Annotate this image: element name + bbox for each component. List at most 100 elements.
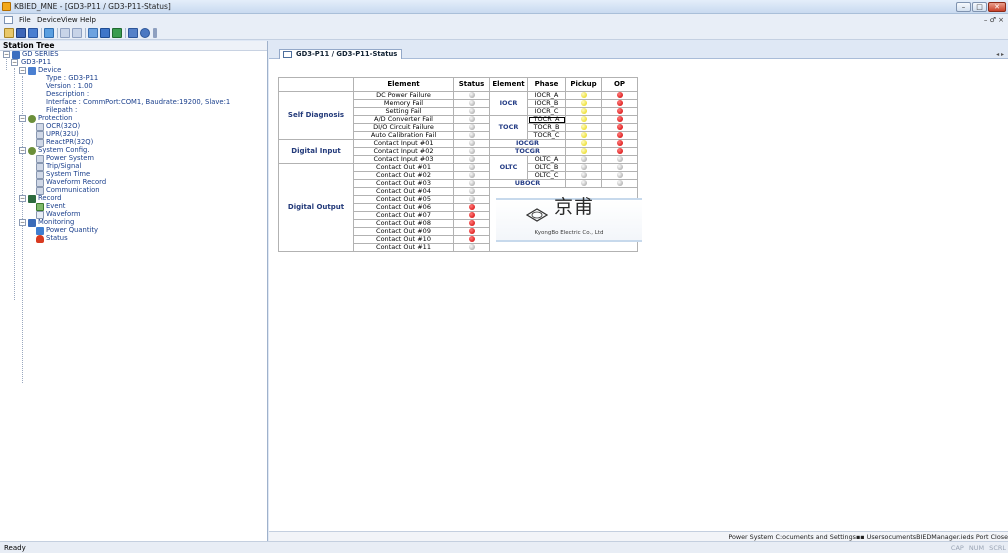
header-blank: [278, 77, 354, 92]
op-led: [616, 180, 623, 186]
status-led: [468, 236, 475, 242]
table-row: Digital Output Contact Out #01 OLTC_B: [278, 163, 638, 252]
window-icon[interactable]: [128, 28, 138, 38]
toolbar-separator: [41, 28, 42, 38]
tree-node-system-config[interactable]: System Config.: [38, 147, 89, 154]
tree-node-record[interactable]: Record: [38, 195, 61, 202]
pickup-led: [580, 116, 587, 122]
pickup-led: [580, 124, 587, 130]
maximize-button[interactable]: □: [972, 2, 987, 12]
expand-toggle[interactable]: −: [19, 67, 26, 74]
upload-icon[interactable]: [60, 28, 70, 38]
minimize-button[interactable]: –: [956, 2, 971, 12]
app-icon: [2, 2, 11, 11]
menu-file[interactable]: File: [19, 16, 31, 24]
tree-node-upr[interactable]: UPR(32U): [46, 131, 79, 138]
tree-node-power-quantity[interactable]: Power Quantity: [46, 227, 98, 234]
settings-icon[interactable]: [88, 28, 98, 38]
tab-scroll-arrows[interactable]: ◂ ▸: [996, 51, 1004, 58]
tree-node-reactpr[interactable]: ReactPR(32Q): [46, 139, 93, 146]
op-led: [616, 124, 623, 130]
device-version: Version : 1.00: [46, 82, 93, 90]
station-tree: − GD SERIES − GD3-P11 − Device Type : GD…: [0, 51, 267, 540]
status-view: Element Status Element Phase Pickup OP S…: [269, 60, 1008, 531]
tree-node-device[interactable]: Device: [38, 67, 61, 74]
tree-node-trip-signal[interactable]: Trip/Signal: [46, 163, 81, 170]
expand-toggle[interactable]: −: [11, 59, 18, 66]
tree-node-power-system[interactable]: Power System: [46, 155, 94, 162]
setting-icon: [36, 179, 44, 187]
pickup-led: [580, 132, 587, 138]
save-icon[interactable]: [16, 28, 26, 38]
expand-toggle[interactable]: −: [19, 147, 26, 154]
group-digital-input: Digital Input: [278, 139, 354, 164]
close-button[interactable]: ✕: [988, 2, 1006, 12]
element-tocr: TOCR: [489, 115, 528, 140]
status-led: [468, 212, 475, 218]
chart-icon[interactable]: [112, 28, 122, 38]
toolbar-separator: [85, 28, 86, 38]
menu-help[interactable]: Help: [80, 16, 96, 24]
toolbar-separator: [57, 28, 58, 38]
op-led: [616, 164, 623, 170]
status-led: [468, 196, 475, 202]
tree-node-system-time[interactable]: System Time: [46, 171, 90, 178]
connect-icon[interactable]: [28, 28, 38, 38]
status-led: [468, 244, 475, 250]
help-icon[interactable]: [140, 28, 150, 38]
expand-toggle[interactable]: −: [19, 219, 26, 226]
tree-node-status[interactable]: Status: [46, 235, 68, 242]
tree-node-event[interactable]: Event: [46, 203, 65, 210]
menu-device[interactable]: Device: [37, 16, 61, 24]
pickup-led: [580, 92, 587, 98]
expand-toggle[interactable]: −: [3, 51, 10, 58]
document-area: GD3-P11 / GD3-P11-Status ◂ ▸ Element Sta…: [269, 41, 1008, 541]
company-logo: 京甫 KyongBo Electric Co., Ltd: [496, 198, 642, 242]
open-folder-icon[interactable]: [4, 28, 14, 38]
pickup-led: [580, 140, 587, 146]
device-icon[interactable]: [44, 28, 54, 38]
status-led: [468, 228, 475, 234]
device-interface: Interface : CommPort:COM1, Baudrate:1920…: [46, 98, 231, 106]
tree-node-waveform-record[interactable]: Waveform Record: [46, 179, 106, 186]
logo-characters: 京甫: [554, 196, 595, 218]
document-icon[interactable]: [4, 16, 13, 24]
status-led: [468, 180, 475, 186]
tree-node-communication[interactable]: Communication: [46, 187, 100, 194]
device-description: Description :: [46, 90, 90, 98]
op-led: [616, 132, 623, 138]
path-text: Power System C:ocuments and Settings▪▪ U…: [728, 533, 1008, 541]
status-led: [468, 92, 475, 98]
tree-node-ocr[interactable]: OCR(32O): [46, 123, 80, 130]
bar-chart-icon: [36, 227, 44, 235]
pickup-led: [580, 100, 587, 106]
tree-node-waveform[interactable]: Waveform: [46, 211, 81, 218]
status-led: [468, 140, 475, 146]
toolbar-overflow-icon[interactable]: [153, 28, 157, 38]
tree-node-protection[interactable]: Protection: [38, 115, 72, 122]
expand-toggle[interactable]: −: [19, 115, 26, 122]
tree-node-monitoring[interactable]: Monitoring: [38, 219, 74, 226]
pickup-led: [580, 108, 587, 114]
mdi-window-controls[interactable]: – ♂ ×: [984, 16, 1004, 24]
expand-toggle[interactable]: −: [19, 195, 26, 202]
tab-status[interactable]: GD3-P11 / GD3-P11-Status: [279, 49, 403, 59]
tree-node-gd-series[interactable]: GD SERIES: [22, 51, 59, 58]
status-led: [468, 156, 475, 162]
monitoring-icon: [28, 219, 36, 227]
setting-icon: [36, 171, 44, 179]
status-led: [468, 100, 475, 106]
table-row: Digital Input Contact Input #01 IOCGR: [278, 139, 638, 164]
pickup-led: [580, 172, 587, 178]
header-element: Element: [353, 77, 454, 92]
download-icon[interactable]: [72, 28, 82, 38]
tree-node-gd3-p11[interactable]: GD3-P11: [21, 59, 51, 66]
record-icon: [28, 195, 36, 203]
series-icon: [12, 51, 20, 59]
title-bar: KBIED_MNE - [GD3-P11 / GD3-P11-Status] –…: [0, 0, 1008, 14]
table-row: Self Diagnosis DC Power Failure IOCR IOC…: [278, 91, 638, 140]
status-led: [468, 108, 475, 114]
status-led: [468, 220, 475, 226]
menu-view[interactable]: View: [61, 16, 78, 24]
monitor-icon[interactable]: [100, 28, 110, 38]
